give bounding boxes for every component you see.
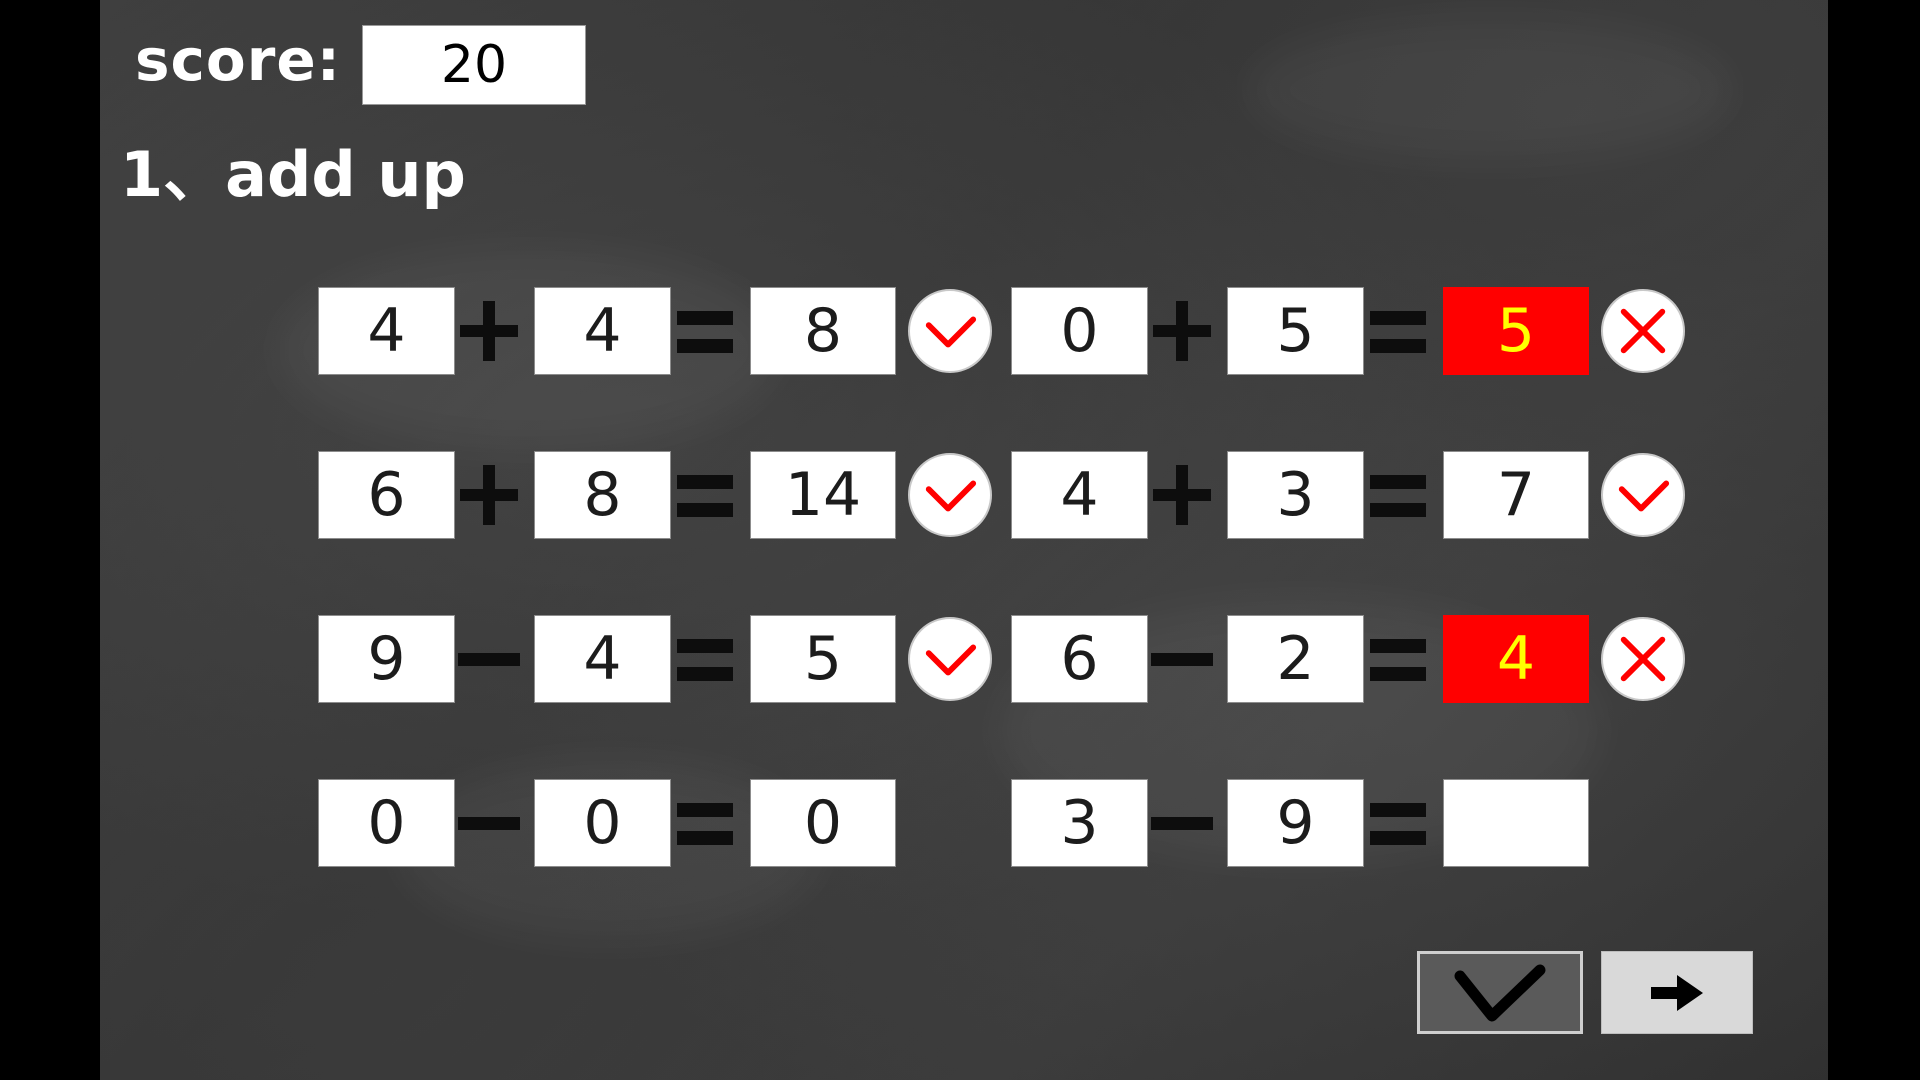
minus-sign-icon: [458, 779, 520, 867]
operand-a-box: 0: [1011, 287, 1148, 375]
operand-b-box: 0: [534, 779, 671, 867]
equals-sign-icon: [673, 779, 735, 867]
equals-sign-icon: [1366, 615, 1428, 703]
answer-input[interactable]: 5: [750, 615, 896, 703]
plus-sign-icon: [1151, 451, 1213, 539]
equals-sign-icon: [1366, 779, 1428, 867]
score-label: score:: [135, 26, 341, 94]
score-value: 20: [362, 25, 586, 105]
answer-input[interactable]: 4: [1443, 615, 1589, 703]
equals-sign-icon: [673, 451, 735, 539]
chalk-smudge: [1250, 20, 1730, 160]
section-title: 1、add up: [120, 138, 466, 211]
minus-sign-icon: [1151, 779, 1213, 867]
operand-b-box: 2: [1227, 615, 1364, 703]
operand-b-box: 5: [1227, 287, 1364, 375]
plus-sign-icon: [458, 451, 520, 539]
operand-b-box: 8: [534, 451, 671, 539]
answer-input[interactable]: 0: [750, 779, 896, 867]
minus-sign-icon: [458, 615, 520, 703]
operand-b-box: 9: [1227, 779, 1364, 867]
equals-sign-icon: [673, 615, 735, 703]
operand-a-box: 3: [1011, 779, 1148, 867]
equals-sign-icon: [673, 287, 735, 375]
operand-a-box: 6: [318, 451, 455, 539]
correct-check-icon: [908, 453, 992, 537]
answer-input[interactable]: 7: [1443, 451, 1589, 539]
operand-a-box: 4: [1011, 451, 1148, 539]
operand-a-box: 4: [318, 287, 455, 375]
next-button[interactable]: [1601, 951, 1753, 1034]
wrong-cross-icon: [1601, 617, 1685, 701]
answer-input[interactable]: [1443, 779, 1589, 867]
correct-check-icon: [1601, 453, 1685, 537]
answer-input[interactable]: 8: [750, 287, 896, 375]
operand-a-box: 6: [1011, 615, 1148, 703]
equals-sign-icon: [1366, 287, 1428, 375]
plus-sign-icon: [458, 287, 520, 375]
correct-check-icon: [908, 617, 992, 701]
operand-b-box: 3: [1227, 451, 1364, 539]
operand-a-box: 0: [318, 779, 455, 867]
minus-sign-icon: [1151, 615, 1213, 703]
answer-input[interactable]: 5: [1443, 287, 1589, 375]
equals-sign-icon: [1366, 451, 1428, 539]
answer-input[interactable]: 14: [750, 451, 896, 539]
checkmark-icon: [1454, 964, 1546, 1021]
check-answers-button[interactable]: [1417, 951, 1583, 1034]
operand-b-box: 4: [534, 287, 671, 375]
plus-sign-icon: [1151, 287, 1213, 375]
arrow-right-icon: [1651, 974, 1703, 1011]
operand-b-box: 4: [534, 615, 671, 703]
operand-a-box: 9: [318, 615, 455, 703]
wrong-cross-icon: [1601, 289, 1685, 373]
correct-check-icon: [908, 289, 992, 373]
